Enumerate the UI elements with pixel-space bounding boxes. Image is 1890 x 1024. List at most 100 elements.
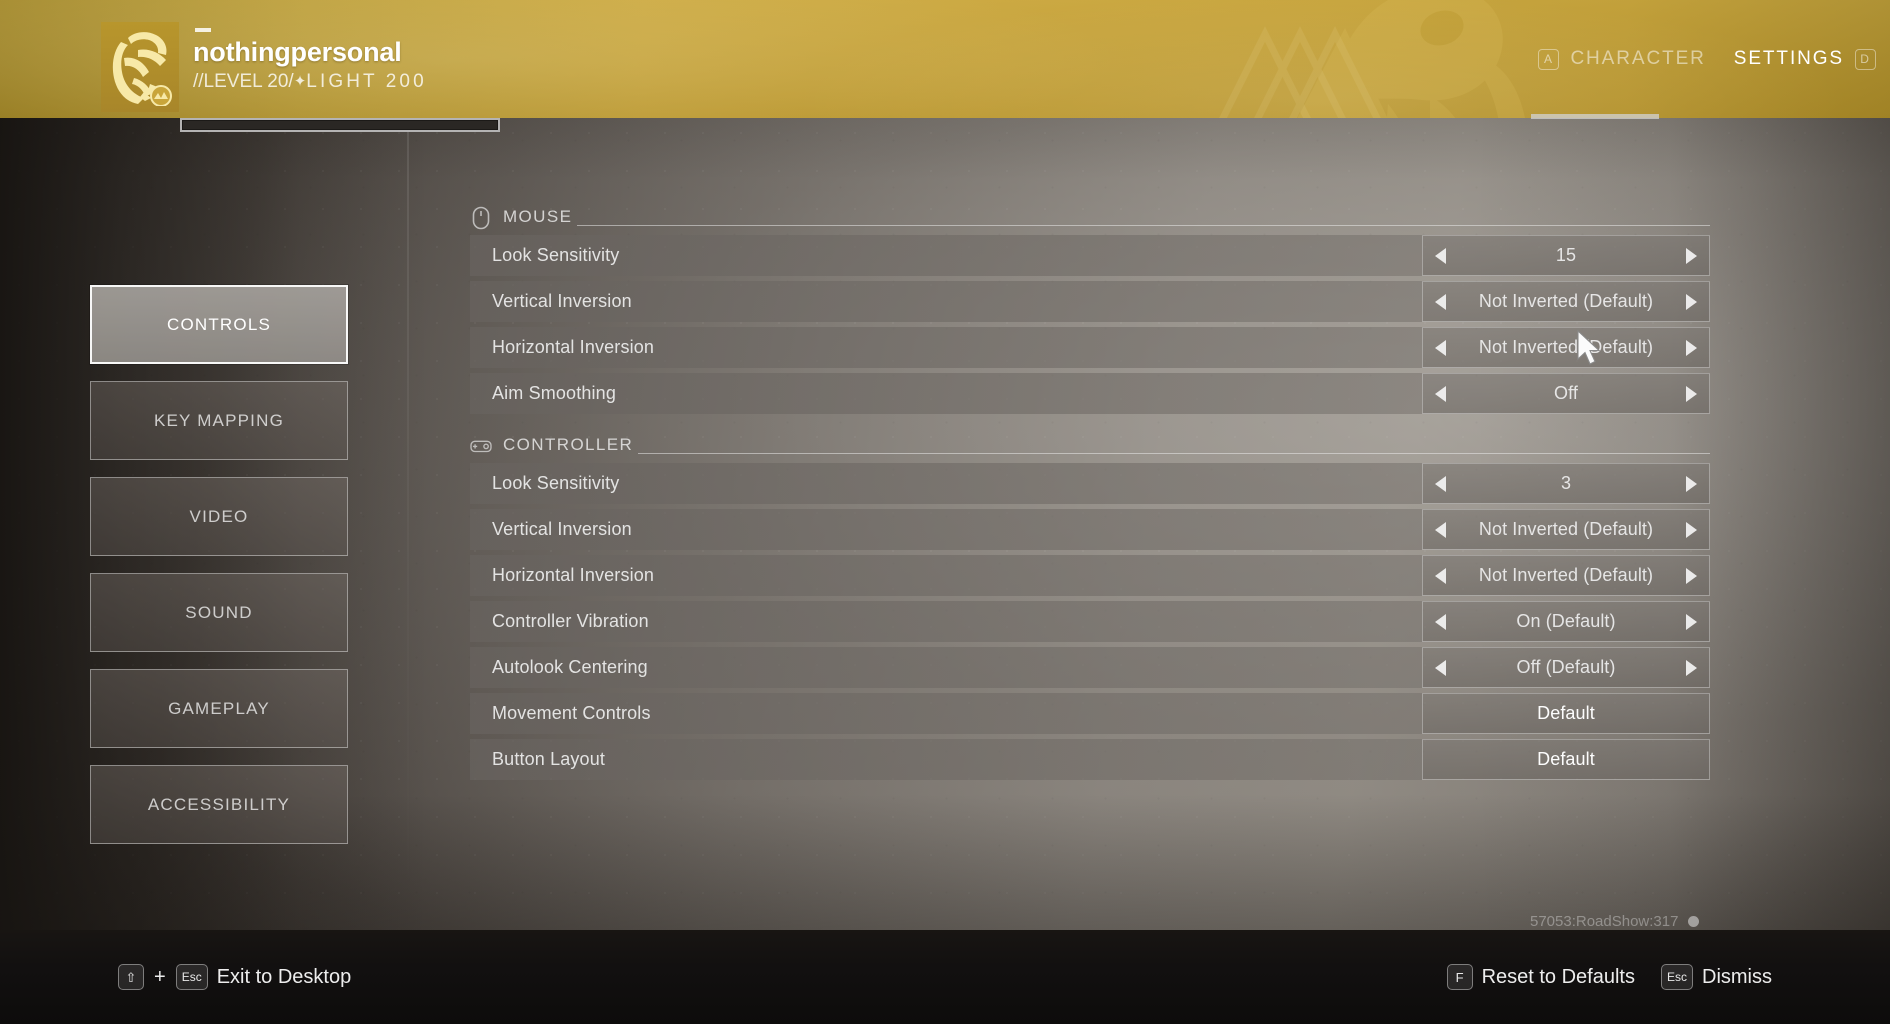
sidebar-item-label: GAMEPLAY [168, 698, 270, 718]
setting-row-mouse-vertical-inversion: Vertical Inversion Not Inverted (Default… [470, 281, 1710, 322]
setting-value: Not Inverted (Default) [1478, 291, 1654, 311]
stepper-mouse-look-sensitivity[interactable]: 15 [1422, 235, 1710, 276]
hint-reset-to-defaults[interactable]: F Reset to Defaults [1446, 964, 1635, 990]
chevron-right-icon[interactable] [1686, 339, 1697, 356]
section-title-mouse: MOUSE [503, 207, 573, 226]
chevron-left-icon[interactable] [1435, 567, 1446, 584]
hint-exit-to-desktop[interactable]: ⇧ + Esc Exit to Desktop [118, 964, 351, 990]
mouse-settings-rows: Look Sensitivity 15 Vertical Inversion N… [470, 235, 1710, 414]
keycap-d: D [1855, 48, 1876, 70]
sidebar-item-sound[interactable]: SOUND [90, 573, 348, 652]
setting-value: Off [1554, 383, 1578, 403]
settings-screen: nothingpersonal //LEVEL 20/✦LIGHT 200 A … [0, 0, 1890, 1024]
chevron-right-icon[interactable] [1686, 613, 1697, 630]
setting-value: Not Inverted (Default) [1478, 337, 1654, 357]
chevron-right-icon[interactable] [1686, 293, 1697, 310]
setting-value: Off (Default) [1516, 657, 1616, 677]
chevron-right-icon[interactable] [1686, 247, 1697, 264]
chevron-right-icon[interactable] [1686, 521, 1697, 538]
footer-hint-bar: ⇧ + Esc Exit to Desktop F Reset to Defau… [0, 930, 1890, 1024]
settings-content: MOUSE Look Sensitivity 15 Vertical Inver… [470, 200, 1710, 794]
keycap-f: F [1446, 964, 1473, 990]
chevron-left-icon[interactable] [1435, 293, 1446, 310]
setting-label: Movement Controls [492, 703, 651, 723]
gamepad-icon [470, 440, 492, 453]
nav-active-underline [1531, 114, 1659, 119]
setting-row-controller-vibration: Controller Vibration On (Default) [470, 601, 1710, 642]
keycap-shift: ⇧ [118, 964, 144, 990]
player-identity: nothingpersonal //LEVEL 20/✦LIGHT 200 [193, 28, 427, 96]
chevron-left-icon[interactable] [1435, 613, 1446, 630]
setting-row-controller-look-sensitivity: Look Sensitivity 3 [470, 463, 1710, 504]
nav-item-settings[interactable]: SETTINGS D [1720, 0, 1890, 118]
setting-label: Controller Vibration [492, 611, 649, 631]
chevron-left-icon[interactable] [1435, 659, 1446, 676]
hint-label: Reset to Defaults [1481, 965, 1635, 988]
chevron-left-icon[interactable] [1435, 521, 1446, 538]
sidebar-item-video[interactable]: VIDEO [90, 477, 348, 556]
hint-label: Dismiss [1702, 965, 1772, 988]
player-level-light: //LEVEL 20/✦LIGHT 200 [193, 69, 427, 96]
button-movement-controls[interactable]: Default [1422, 693, 1710, 734]
setting-row-movement-controls: Movement Controls Default [470, 693, 1710, 734]
sidebar-item-controls[interactable]: CONTROLS [90, 285, 348, 364]
setting-label: Vertical Inversion [492, 519, 632, 539]
section-title-controller: CONTROLLER [503, 435, 634, 454]
setting-label: Horizontal Inversion [492, 337, 655, 357]
setting-value: Default [1537, 703, 1595, 723]
nav-item-character[interactable]: A CHARACTER [1524, 0, 1719, 118]
chevron-left-icon[interactable] [1435, 339, 1446, 356]
section-header-mouse: MOUSE [470, 200, 1710, 230]
controller-settings-rows: Look Sensitivity 3 Vertical Inversion No… [470, 463, 1710, 780]
sidebar-item-key-mapping[interactable]: KEY MAPPING [90, 381, 348, 460]
keycap-esc-dismiss: Esc [1660, 964, 1693, 990]
setting-value: 3 [1560, 473, 1572, 493]
build-status-dot [1688, 916, 1700, 927]
sidebar-item-label: CONTROLS [166, 314, 272, 334]
stepper-controller-look-sensitivity[interactable]: 3 [1422, 463, 1710, 504]
setting-label: Autolook Centering [492, 657, 648, 677]
hint-dismiss[interactable]: F Esc Dismiss [1660, 964, 1772, 990]
sidebar-item-accessibility[interactable]: ACCESSIBILITY [90, 765, 348, 844]
setting-value: On (Default) [1516, 611, 1616, 631]
panel-seam [407, 118, 409, 918]
player-level: //LEVEL 20/ [193, 71, 294, 92]
xp-progress-bar [180, 118, 500, 132]
player-light: LIGHT 200 [306, 71, 427, 92]
setting-value: Default [1537, 749, 1595, 769]
chevron-right-icon[interactable] [1686, 475, 1697, 492]
settings-category-list: CONTROLS KEY MAPPING VIDEO SOUND GAMEPLA… [90, 285, 348, 861]
player-header: nothingpersonal //LEVEL 20/✦LIGHT 200 A … [0, 0, 1890, 118]
nav-label-settings: SETTINGS [1733, 48, 1844, 69]
stepper-controller-horizontal-inversion[interactable]: Not Inverted (Default) [1422, 555, 1710, 596]
stepper-controller-vertical-inversion[interactable]: Not Inverted (Default) [1422, 509, 1710, 550]
key-separator: + [154, 965, 166, 988]
chevron-left-icon[interactable] [1435, 385, 1446, 402]
identity-dash [195, 28, 211, 32]
sidebar-item-label: ACCESSIBILITY [147, 794, 291, 814]
section-rule [638, 453, 1710, 454]
stepper-mouse-aim-smoothing[interactable]: Off [1422, 373, 1710, 414]
keycap-esc: Esc [175, 964, 208, 990]
setting-label: Look Sensitivity [492, 473, 620, 493]
stepper-controller-vibration[interactable]: On (Default) [1422, 601, 1710, 642]
eagle-emblem-icon [112, 32, 172, 106]
setting-label: Look Sensitivity [492, 245, 620, 265]
section-rule [577, 225, 1710, 226]
chevron-right-icon[interactable] [1686, 659, 1697, 676]
setting-label: Horizontal Inversion [492, 565, 655, 585]
setting-row-controller-horizontal-inversion: Horizontal Inversion Not Inverted (Defau… [470, 555, 1710, 596]
sidebar-item-gameplay[interactable]: GAMEPLAY [90, 669, 348, 748]
chevron-right-icon[interactable] [1686, 385, 1697, 402]
chevron-left-icon[interactable] [1435, 247, 1446, 264]
stepper-autolook-centering[interactable]: Off (Default) [1422, 647, 1710, 688]
setting-label: Vertical Inversion [492, 291, 632, 311]
nav-label-character: CHARACTER [1570, 48, 1706, 69]
stepper-mouse-vertical-inversion[interactable]: Not Inverted (Default) [1422, 281, 1710, 322]
build-version-text: 57053:RoadShow:317 [1530, 913, 1679, 930]
stepper-mouse-horizontal-inversion[interactable]: Not Inverted (Default) [1422, 327, 1710, 368]
button-button-layout[interactable]: Default [1422, 739, 1710, 780]
header-triangle-watermark [1219, 26, 1381, 118]
chevron-right-icon[interactable] [1686, 567, 1697, 584]
chevron-left-icon[interactable] [1435, 475, 1446, 492]
